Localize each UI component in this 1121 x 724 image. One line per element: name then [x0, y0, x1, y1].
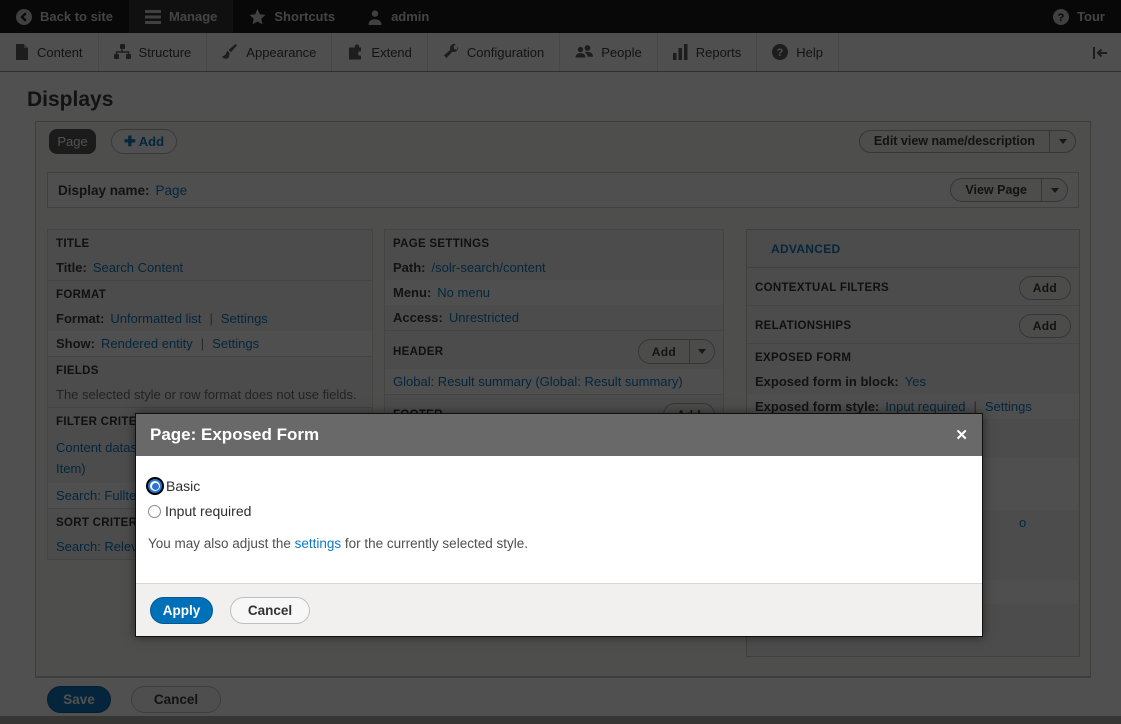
apply-button[interactable]: Apply: [150, 597, 213, 624]
radio-input-required-label[interactable]: Input required: [165, 503, 251, 519]
modal-body: Basic Input required You may also adjust…: [136, 456, 982, 551]
settings-link[interactable]: settings: [295, 536, 342, 551]
close-icon[interactable]: ✕: [955, 426, 968, 444]
radio-option-basic[interactable]: Basic: [148, 478, 970, 494]
modal-note-text: You may also adjust the: [148, 536, 295, 551]
modal-exposed-form: Page: Exposed Form ✕ Basic Input require…: [135, 413, 983, 637]
radio-option-input-required[interactable]: Input required: [148, 503, 970, 519]
modal-note: You may also adjust the settings for the…: [148, 536, 970, 551]
modal-footer: Apply Cancel: [136, 583, 982, 636]
modal-header[interactable]: Page: Exposed Form ✕: [136, 414, 982, 456]
modal-title: Page: Exposed Form: [150, 425, 955, 445]
radio-basic-label[interactable]: Basic: [166, 478, 200, 494]
modal-cancel-button[interactable]: Cancel: [230, 597, 310, 624]
modal-note-text: for the currently selected style.: [341, 536, 528, 551]
radio-basic-input[interactable]: [148, 479, 162, 493]
radio-input-required-input[interactable]: [148, 505, 161, 518]
